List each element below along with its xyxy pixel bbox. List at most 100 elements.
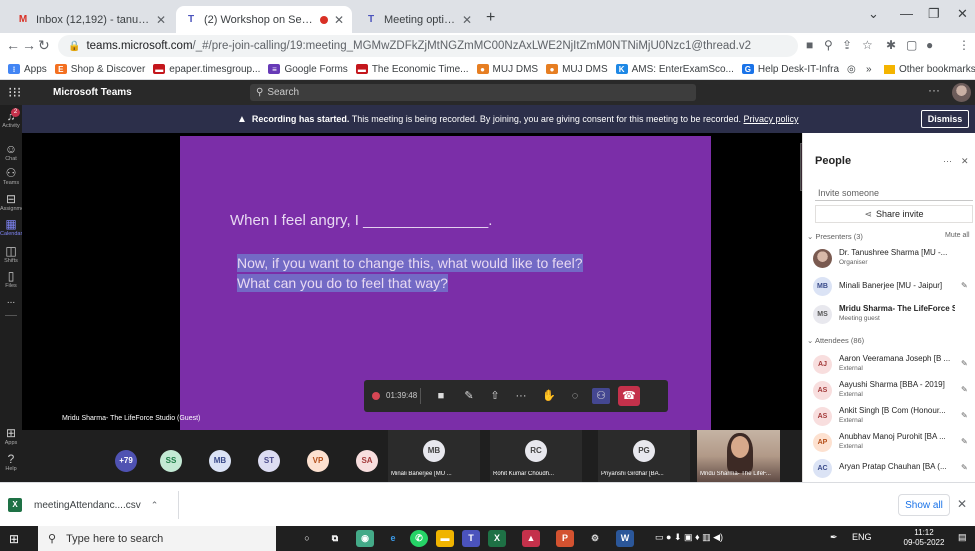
list-item[interactable]: AS Ankit Singh [B Com (Honour... Externa… [813,405,973,429]
show-all-button[interactable]: Show all [898,494,950,516]
search-input[interactable]: ⚲ Search [250,84,696,101]
powerpoint-icon[interactable]: P [556,530,574,547]
windows-start-icon[interactable]: ⊞ [9,532,19,546]
participant-avatar[interactable]: ST [258,450,280,472]
extensions-icon[interactable]: ✱ [886,38,896,52]
bookmark-economic-times[interactable]: ▬ The Economic Time... [355,64,469,75]
settings-gear-icon[interactable]: ⚙ [586,530,604,547]
bookmark-shop[interactable]: E Shop & Discover [54,64,145,75]
mic-off-icon[interactable]: ✎ [961,463,968,472]
tab-workshop[interactable]: T (2) Workshop on Self awaren... ✕ [176,6,352,33]
participant-avatar[interactable]: VP [307,450,329,472]
more-actions-icon[interactable]: ··· [512,388,530,404]
file-explorer-icon[interactable]: ▬ [436,530,454,547]
edge-icon[interactable]: e [384,530,402,547]
address-bar[interactable]: 🔒 teams.microsoft.com /_#/pre-join-calli… [58,35,798,57]
bookmark-extra[interactable]: ◎ [847,64,856,75]
close-tab-icon[interactable]: ✕ [462,13,472,27]
tab-search-icon[interactable]: ⌄ [868,6,879,22]
list-item[interactable]: AJ Aaron Veeramana Joseph [B ... Externa… [813,353,973,377]
close-window-icon[interactable]: ✕ [957,6,968,22]
chat-bubble-icon[interactable]: ◌ [566,388,584,404]
taskbar-search-input[interactable]: ⚲ Type here to search [38,526,276,551]
forward-icon[interactable]: → [22,37,36,53]
zoom-icon[interactable]: ⚲ [824,38,833,52]
whatsapp-icon[interactable]: ✆ [410,530,428,547]
invite-input[interactable]: Invite someone [815,185,973,201]
share-invite-button[interactable]: ⋖ Share invite [815,205,973,223]
sidepanel-icon[interactable]: ▢ [906,38,917,52]
tab-gmail[interactable]: M Inbox (12,192) - tanu24feb@gm... ✕ [8,6,174,33]
share-icon[interactable]: ⇪ [842,38,852,52]
app-bar-apps[interactable]: ⊞ Apps [0,427,22,446]
people-icon[interactable]: ⚇ [592,388,610,404]
other-bookmarks[interactable]: Other bookmarks [884,59,975,79]
notifications-icon[interactable]: ▤ [958,532,967,543]
participant-tile[interactable]: PG Priyanshi Girdhar [BA... [598,430,690,482]
word-icon[interactable]: W [616,530,634,547]
app-bar-files[interactable]: ▯ Files [0,270,22,289]
bookmarks-more-button[interactable]: » [866,59,872,79]
reload-icon[interactable]: ↻ [38,37,50,54]
app-bar-help[interactable]: ? Help [0,453,22,472]
participant-avatar[interactable]: MB [209,450,231,472]
mic-muted-icon[interactable]: ✎ [460,388,478,404]
bookmark-google-forms[interactable]: ≡ Google Forms [268,64,348,75]
list-item[interactable]: MB Minali Banerjee [MU - Jaipur] ✎ [813,275,973,299]
cortana-icon[interactable]: ○ [298,530,316,547]
restore-icon[interactable]: ❐ [928,6,940,22]
participant-tile[interactable]: RC Rohit Kumar Choudh... [490,430,582,482]
bookmark-ams[interactable]: K AMS: EnterExamSco... [615,64,734,75]
hang-up-icon[interactable]: ☎ [618,386,640,406]
bookmark-muj-dms-2[interactable]: ● MUJ DMS [546,64,608,75]
tab-meeting-options[interactable]: T Meeting options ✕ [356,6,480,33]
more-options-icon[interactable]: ··· [928,83,940,97]
system-tray-icons[interactable]: ▭ ● ⬇ ▣ ♦ ▥ ◀) [655,532,723,543]
attendees-header[interactable]: ⌄ Attendees (86) [807,336,864,345]
participant-tile[interactable]: MB Minali Banerjee [MU ... [388,430,480,482]
close-tab-icon[interactable]: ✕ [334,13,344,27]
bookmark-apps[interactable]: ⁝ Apps [8,64,47,75]
download-item[interactable]: X meetingAttendanc....csv ⌃ [8,493,158,517]
participant-video-tile[interactable]: Mridu Sharma- The LifeF... [697,430,780,482]
excel-icon[interactable]: X [488,530,506,547]
app-bar-more[interactable]: ... [0,295,22,306]
app-bar-calendar[interactable]: ▦ Calendar [0,218,22,237]
mic-off-icon[interactable]: ✎ [961,437,968,446]
mic-off-icon[interactable]: ✎ [961,359,968,368]
clock[interactable]: 11:12 09-05-2022 [898,528,950,548]
app-bar-activity[interactable]: ♫ Activity 2 [0,108,22,129]
mic-off-icon[interactable]: ✎ [961,281,968,290]
participant-avatar[interactable]: SS [160,450,182,472]
list-item[interactable]: AS Aayushi Sharma [BBA - 2019] External … [813,379,973,403]
close-icon[interactable]: ✕ [957,497,967,511]
avatar[interactable] [952,83,971,102]
language-indicator[interactable]: ENG [852,532,872,542]
privacy-policy-link[interactable]: Privacy policy [744,114,799,124]
back-icon[interactable]: ← [6,37,20,53]
task-view-icon[interactable]: ⧉ [326,530,344,547]
profile-icon[interactable]: ● [926,38,933,52]
app-launcher-icon[interactable]: ⁝⁝⁝ [8,84,21,101]
mute-all-button[interactable]: Mute all [945,232,970,239]
minimize-icon[interactable]: — [900,6,913,21]
list-item[interactable]: Dr. Tanushree Sharma [MU -... Organiser [813,247,973,271]
panel-more-icon[interactable]: ··· [943,156,952,166]
pen-icon[interactable]: ✒ [830,532,838,543]
bookmark-helpdesk[interactable]: G Help Desk-IT-Infra [741,64,839,75]
app-bar-shifts[interactable]: ◫ Shifts [0,245,22,264]
bookmark-star-icon[interactable]: ☆ [862,38,873,52]
app-bar-assignments[interactable]: ⊟ Assignments [0,193,32,212]
chevron-up-icon[interactable]: ⌃ [151,500,159,511]
dismiss-button[interactable]: Dismiss [921,110,969,128]
more-participants-button[interactable]: +79 [115,450,137,472]
close-tab-icon[interactable]: ✕ [156,13,166,27]
new-tab-button[interactable]: + [486,9,495,27]
menu-dots-icon[interactable]: ⋮ [958,38,970,52]
bookmark-epaper[interactable]: ▬ epaper.timesgroup... [153,64,260,75]
list-item[interactable]: MS Mridu Sharma- The LifeForce St... Mee… [813,303,973,327]
app-bar-chat[interactable]: ☺ Chat [0,143,22,162]
teams-taskbar-icon[interactable]: T [462,530,480,547]
raise-hand-icon[interactable]: ✋ [540,388,558,404]
share-screen-icon[interactable]: ⇧ [486,388,504,404]
